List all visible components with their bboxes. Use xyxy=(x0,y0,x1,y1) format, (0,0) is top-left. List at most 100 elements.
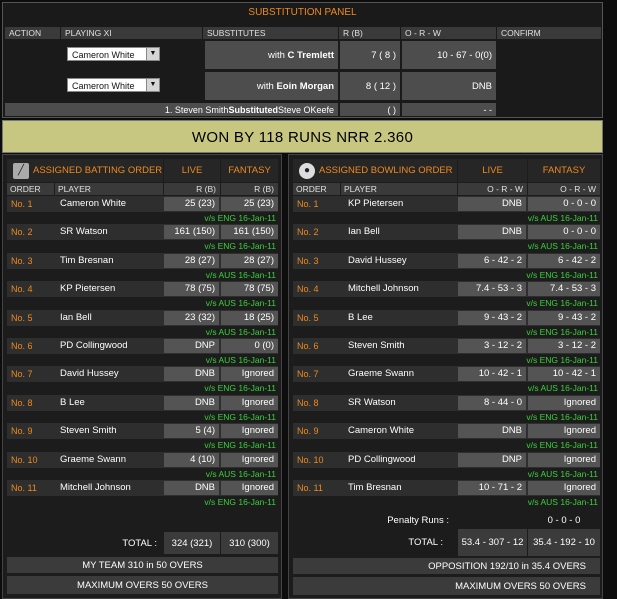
header-action: ACTION xyxy=(5,27,61,39)
playing-xi-value: Cameron White xyxy=(72,81,135,91)
player-name: Steven Smith xyxy=(60,425,117,437)
match-info: v/s ENG 16-Jan-11 xyxy=(204,440,276,451)
penalty-runs-label: Penalty Runs : xyxy=(387,515,449,526)
match-info: v/s ENG 16-Jan-11 xyxy=(526,269,598,280)
table-row: No. 9 Steven Smith 5 (4) Ignored xyxy=(7,423,278,440)
chevron-down-icon[interactable]: ▼ xyxy=(146,48,159,60)
fantasy-value: 3 - 12 - 2 xyxy=(528,339,600,353)
order-number: No. 3 xyxy=(297,255,319,266)
fantasy-value: 161 (150) xyxy=(221,225,278,240)
fantasy-value: 0 (0) xyxy=(221,339,278,353)
substitute-name: C Tremlett xyxy=(287,49,334,61)
header-playing-xi: PLAYING XI xyxy=(61,27,203,39)
tab-live[interactable]: LIVE xyxy=(458,159,527,182)
chevron-down-icon[interactable]: ▼ xyxy=(146,79,159,91)
col-player: PLAYER xyxy=(341,183,457,195)
substitute-orw: 10 - 67 - 0(0) xyxy=(402,41,496,69)
match-info: v/s AUS 16-Jan-11 xyxy=(527,241,598,252)
table-row: No. 10 Graeme Swann 4 (10) Ignored xyxy=(7,451,278,468)
match-info: v/s ENG 16-Jan-11 xyxy=(204,241,276,252)
fantasy-value: 0 - 0 - 0 xyxy=(528,197,600,211)
col-rb-live: R (B) xyxy=(164,183,220,195)
header-orw: O - R - W xyxy=(401,27,497,39)
batting-total-label: TOTAL : xyxy=(122,538,157,549)
match-info: v/s AUS 16-Jan-11 xyxy=(205,326,276,337)
match-info: v/s AUS 16-Jan-11 xyxy=(205,355,276,365)
live-value: 28 (27) xyxy=(164,253,219,268)
live-value: DNP xyxy=(164,339,219,353)
bowling-total-fantasy: 35.4 - 192 - 10 xyxy=(528,529,600,556)
history-orw: - - xyxy=(402,103,496,116)
fantasy-value: 6 - 42 - 2 xyxy=(528,253,600,268)
order-number: No. 9 xyxy=(11,426,33,437)
live-value: DNB xyxy=(458,225,526,240)
match-info: v/s ENG 16-Jan-11 xyxy=(526,298,598,309)
player-name: PD Collingwood xyxy=(60,340,128,351)
player-name: B Lee xyxy=(348,311,373,323)
table-row: No. 5 B Lee 9 - 43 - 29 - 43 - 2 xyxy=(293,309,600,326)
substitution-history-text: 1. Steven Smith Substituted Steve OKeefe xyxy=(5,103,338,116)
fantasy-value: 10 - 42 - 1 xyxy=(528,367,600,382)
player-name: Mitchell Johnson xyxy=(348,283,419,295)
substitute-cell[interactable]: with C Tremlett xyxy=(205,41,338,69)
order-number: No. 5 xyxy=(11,312,33,323)
player-name: KP Pietersen xyxy=(60,283,116,295)
order-number: No. 3 xyxy=(11,255,33,266)
substitute-cell[interactable]: with Eoin Morgan xyxy=(205,72,338,100)
order-number: No. 10 xyxy=(297,454,324,465)
playing-xi-select[interactable]: Cameron White ▼ xyxy=(67,78,160,92)
player-name: KP Pietersen xyxy=(348,198,404,209)
live-value: 10 - 42 - 1 xyxy=(458,367,526,382)
fantasy-value: Ignored xyxy=(528,395,600,410)
cricket-bat-icon: ╱ xyxy=(13,162,29,179)
batting-total-fantasy: 310 (300) xyxy=(221,532,278,554)
order-number: No. 6 xyxy=(297,341,319,351)
live-value: 9 - 43 - 2 xyxy=(458,310,526,325)
live-value: DNB xyxy=(164,481,219,495)
bowling-panel-title: ASSIGNED BOWLING ORDER xyxy=(319,165,453,176)
table-row: No. 3 Tim Bresnan 28 (27) 28 (27) xyxy=(7,252,278,269)
player-name: Graeme Swann xyxy=(60,453,127,465)
col-rb-fantasy: R (B) xyxy=(221,183,278,195)
live-value: 3 - 12 - 2 xyxy=(458,339,526,353)
order-number: No. 5 xyxy=(297,312,319,323)
match-info: v/s AUS 16-Jan-11 xyxy=(205,468,276,479)
live-value: 4 (10) xyxy=(164,452,219,467)
table-row: No. 7 Graeme Swann 10 - 42 - 1 10 - 42 - 1 xyxy=(293,366,600,383)
match-info: v/s ENG 16-Jan-11 xyxy=(204,213,276,223)
substitute-rb: 8 ( 12 ) xyxy=(340,72,400,100)
tab-fantasy[interactable]: FANTASY xyxy=(528,159,600,182)
order-number: No. 6 xyxy=(11,341,33,351)
table-row: No. 11 Mitchell Johnson DNB Ignored xyxy=(7,480,278,496)
order-number: No. 7 xyxy=(11,369,33,380)
tab-live[interactable]: LIVE xyxy=(164,159,220,182)
bowling-max-overs: MAXIMUM OVERS 50 OVERS xyxy=(293,577,600,595)
history-action: Substituted xyxy=(228,104,278,115)
match-info: v/s AUS 16-Jan-11 xyxy=(527,497,598,507)
playing-xi-select[interactable]: Cameron White ▼ xyxy=(67,47,160,61)
tab-fantasy[interactable]: FANTASY xyxy=(221,159,278,182)
fantasy-value: Ignored xyxy=(528,452,600,467)
match-info: v/s ENG 16-Jan-11 xyxy=(204,411,276,422)
table-row: No. 11 Tim Bresnan 10 - 71 - 2 Ignored xyxy=(293,480,600,496)
player-name: SR Watson xyxy=(348,396,396,408)
history-replacement: Steve OKeefe xyxy=(277,104,334,115)
fantasy-value: Ignored xyxy=(221,395,278,410)
fantasy-value: Ignored xyxy=(528,481,600,495)
player-name: SR Watson xyxy=(60,226,108,238)
match-info: v/s AUS 16-Jan-11 xyxy=(527,468,598,479)
opposition-summary: OPPOSITION 192/10 in 35.4 OVERS xyxy=(293,558,600,574)
table-row: No. 1 Cameron White 25 (23) 25 (23) xyxy=(7,196,278,212)
table-row: No. 8 B Lee DNB Ignored xyxy=(7,394,278,411)
live-value: 10 - 71 - 2 xyxy=(458,481,526,495)
live-value: 78 (75) xyxy=(164,282,219,297)
player-name: Steven Smith xyxy=(348,340,405,351)
match-info: v/s AUS 16-Jan-11 xyxy=(527,213,598,223)
col-player: PLAYER xyxy=(55,183,163,195)
player-name: Mitchell Johnson xyxy=(60,482,131,493)
order-number: No. 10 xyxy=(11,454,38,465)
substitute-prefix: with xyxy=(267,49,285,61)
live-value: DNB xyxy=(164,367,219,382)
player-name: Graeme Swann xyxy=(348,368,415,380)
live-value: 25 (23) xyxy=(164,197,219,211)
